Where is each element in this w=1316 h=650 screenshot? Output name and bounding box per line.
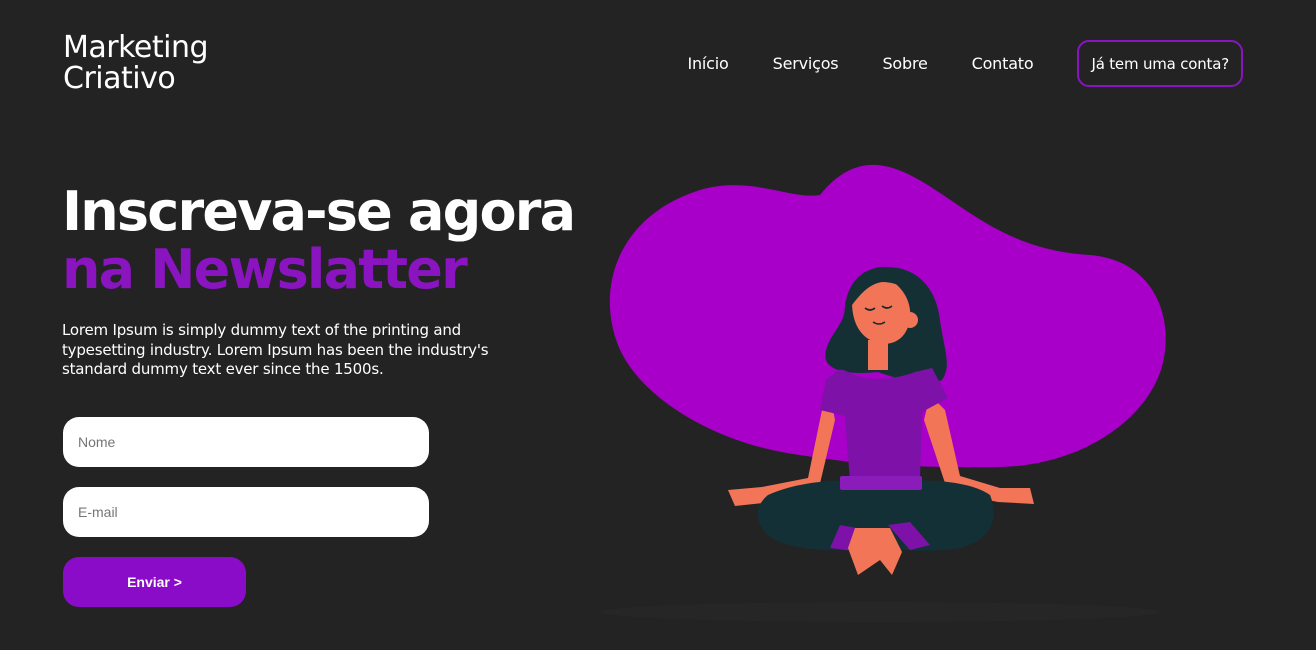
nav-item-contato[interactable]: Contato	[972, 54, 1034, 73]
nav-item-servicos[interactable]: Serviços	[773, 54, 839, 73]
brand-line-1: Marketing	[63, 30, 209, 65]
shirt-hem	[840, 476, 922, 490]
floor-shadow	[600, 602, 1160, 622]
hero-title: Inscreva-se agora na Newslatter	[62, 180, 576, 301]
neck	[868, 340, 888, 370]
ear	[902, 312, 918, 328]
name-input[interactable]	[63, 417, 429, 467]
hero-title-line-1: Inscreva-se agora	[62, 180, 576, 243]
brand-line-2: Criativo	[63, 61, 176, 96]
main-nav: Início Serviços Sobre Contato Já tem uma…	[687, 40, 1243, 87]
nav-item-inicio[interactable]: Início	[687, 54, 728, 73]
email-input[interactable]	[63, 487, 429, 537]
login-button[interactable]: Já tem uma conta?	[1077, 40, 1243, 87]
hero-title-line-2: na Newslatter	[62, 238, 468, 301]
brand-logo[interactable]: Marketing Criativo	[63, 30, 209, 96]
submit-button[interactable]: Enviar >	[63, 557, 246, 607]
hero-description: Lorem Ipsum is simply dummy text of the …	[62, 321, 489, 378]
meditating-woman-illustration	[600, 164, 1166, 622]
nav-item-sobre[interactable]: Sobre	[882, 54, 927, 73]
